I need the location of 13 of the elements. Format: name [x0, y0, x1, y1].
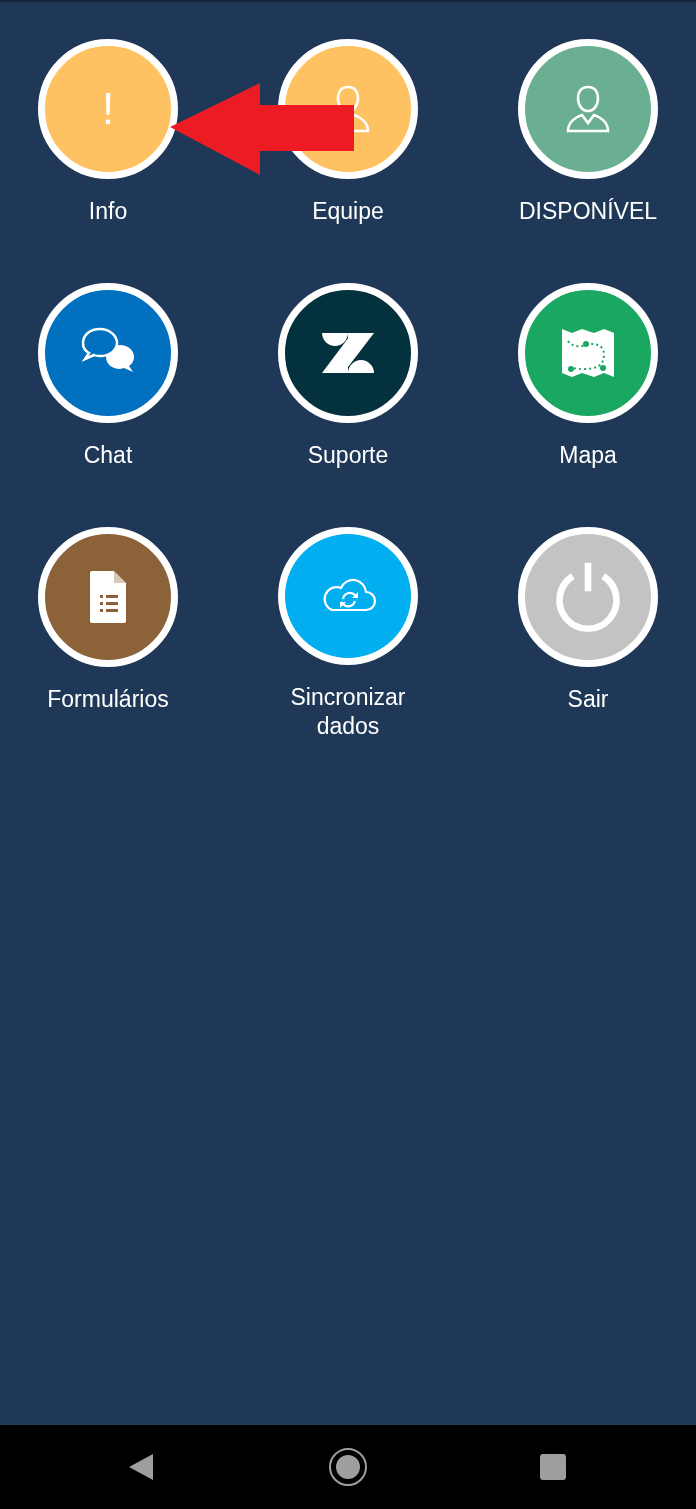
menu-tile-button[interactable]: !: [38, 39, 178, 179]
recent-apps-icon[interactable]: [538, 1452, 568, 1482]
tile-label: Suporte: [306, 441, 390, 470]
tile-label: DISPONÍVEL: [518, 197, 658, 226]
tile-label: Formulários: [46, 685, 170, 714]
tile-label: Mapa: [558, 441, 618, 470]
tile-label: Sair: [566, 685, 610, 714]
tile-label: Info: [87, 197, 129, 226]
tile-label: Equipe: [311, 197, 385, 226]
tile-label: Sincronizar dados: [289, 683, 407, 741]
home-icon[interactable]: [328, 1447, 368, 1487]
tile-label: Chat: [82, 441, 134, 470]
exclamation-icon: !: [101, 87, 115, 131]
